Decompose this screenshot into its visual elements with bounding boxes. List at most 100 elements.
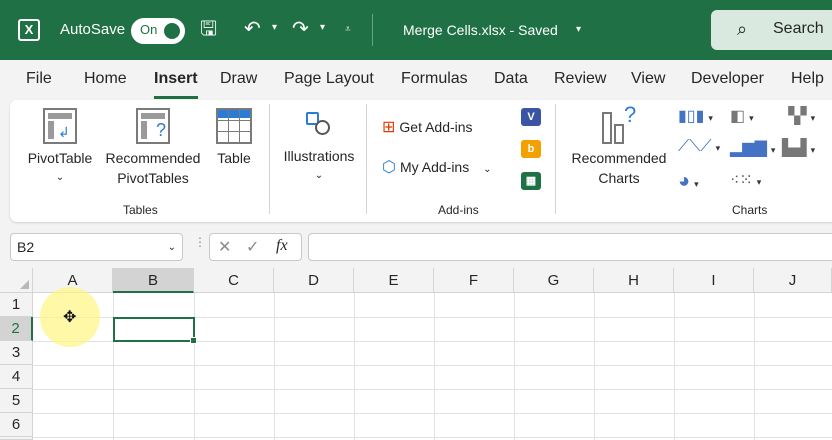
gridline [274,293,275,440]
gridline [194,293,195,440]
row-header-6[interactable]: 6 [0,413,33,437]
name-box-value: B2 [17,239,35,255]
row-header-1[interactable]: 1 [0,293,33,317]
tab-draw[interactable]: Draw [220,70,257,88]
recommended-charts-button[interactable]: Recommended Charts [564,148,674,188]
table-button[interactable]: Table [208,148,260,168]
table-label: Table [217,150,251,166]
tab-developer[interactable]: Developer [691,70,764,88]
column-header-d[interactable]: D [274,268,354,293]
tab-review[interactable]: Review [554,70,606,88]
tab-formulas[interactable]: Formulas [401,70,468,88]
autosave-toggle[interactable]: On [131,18,185,44]
waterfall-chart-button[interactable]: ▝▞ ▾ [782,106,815,126]
recommended-pivottables-label-1: Recommended [105,150,201,166]
cancel-icon[interactable]: ✕ [218,237,231,257]
redo-dropdown-icon[interactable]: ▾ [320,22,325,33]
redo-icon[interactable]: ↷ [292,17,309,41]
enter-icon[interactable]: ✓ [246,237,259,257]
recommended-pivottables-button[interactable]: Recommended PivotTables [100,148,206,188]
my-addins-icon: ⬡ [382,159,396,176]
statistic-chart-icon: ▂▆▇ [730,140,767,157]
autosave-label: AutoSave [60,21,126,38]
name-box[interactable]: B2 ⌄ [10,233,183,261]
get-addins-icon: ⊞ [382,119,396,136]
ribbon-separator [366,104,367,214]
formula-bar-grip-icon: ⋮ [194,235,206,249]
combo-chart-button[interactable]: ▙▟ ▾ [782,138,815,158]
column-header-f[interactable]: F [434,268,514,293]
undo-icon[interactable]: ↶ [244,17,261,41]
row-header-4[interactable]: 4 [0,365,33,389]
chevron-down-icon: ▾ [756,177,762,187]
statistic-chart-button[interactable]: ▂▆▇ ▾ [730,138,775,158]
people-graph-icon[interactable]: ▦ [521,172,541,190]
chevron-down-icon[interactable]: ⌄ [168,242,176,253]
ribbon-tabs: File Home Insert Draw Page Layout Formul… [0,60,832,100]
column-header-h[interactable]: H [594,268,674,293]
get-addins-label: Get Add-ins [399,119,473,135]
insert-function-icon[interactable]: fx [276,237,288,255]
scatter-chart-button[interactable]: ⁖⁙ ▾ [730,170,761,190]
row-header-3[interactable]: 3 [0,341,33,365]
gridline [674,293,675,440]
select-all-corner[interactable] [0,268,33,293]
column-header-c[interactable]: C [194,268,274,293]
chevron-down-icon: ▾ [694,179,699,189]
formula-input[interactable] [308,233,832,261]
get-addins-button[interactable]: ⊞ Get Add-ins [382,117,473,137]
search-label: Search [773,20,824,37]
bing-maps-icon[interactable]: b [521,140,541,158]
cell-cursor-icon: ✥ [63,309,77,326]
recommended-pivottables-icon: ? [136,108,170,144]
save-icon[interactable]: 🖫 [200,17,217,41]
tab-home[interactable]: Home [84,70,127,88]
active-tab-indicator [154,96,198,99]
my-addins-button[interactable]: ⬡ My Add-ins ⌄ [382,157,492,177]
hierarchy-chart-button[interactable]: ◧ ▾ [730,106,754,126]
active-cell-b2[interactable] [113,317,197,344]
combo-chart-icon: ▙▟ [782,140,807,157]
gridline [514,293,515,440]
column-chart-icon: ▮▯▮ [678,108,705,125]
gridline [33,389,832,390]
illustrations-label: Illustrations [283,148,355,164]
search-icon: ⌕ [737,19,748,39]
undo-dropdown-icon[interactable]: ▾ [272,22,277,33]
toggle-knob [164,23,180,39]
column-header-i[interactable]: I [674,268,754,293]
search-box[interactable]: ⌕ Search [711,10,832,50]
gridline [434,293,435,440]
row-header-2[interactable]: 2 [0,317,33,341]
tab-data[interactable]: Data [494,70,528,88]
line-chart-button[interactable]: ⟋⟍⟋ ▾ [678,138,720,156]
ribbon-separator [269,104,270,214]
column-header-g[interactable]: G [514,268,594,293]
tab-insert[interactable]: Insert [154,70,198,88]
file-title[interactable]: Merge Cells.xlsx - Saved [403,22,558,38]
column-chart-button[interactable]: ▮▯▮ ▾ [678,106,713,126]
illustrations-button[interactable]: Illustrations ⌄ [278,146,360,186]
customize-toolbar-icon[interactable]: ⩡ [345,24,351,35]
pivottable-button[interactable]: PivotTable ⌄ [20,148,100,188]
tab-page-layout[interactable]: Page Layout [284,70,374,88]
row-header-5[interactable]: 5 [0,389,33,413]
chevron-down-icon: ▾ [749,113,754,123]
gridline [113,293,114,440]
tables-group-label: Tables [123,203,158,217]
column-header-b[interactable]: B [113,268,194,293]
tab-file[interactable]: File [26,70,52,88]
spreadsheet-grid[interactable]: A B C D E F G H I J 1 2 3 4 5 6 [0,268,832,440]
pivottable-dropdown-icon: ⌄ [55,172,65,183]
pie-chart-button[interactable]: ◕ ▾ [678,170,699,193]
visio-icon[interactable]: V [521,108,541,126]
tab-help[interactable]: Help [791,70,824,88]
column-header-e[interactable]: E [354,268,434,293]
excel-icon: X [18,19,40,41]
recommended-charts-icon: ? [600,102,640,146]
column-header-j[interactable]: J [754,268,832,293]
tab-view[interactable]: View [631,70,665,88]
formula-buttons: ✕ ✓ fx [209,233,302,261]
gridline [33,437,832,438]
file-title-dropdown-icon[interactable]: ▾ [576,24,581,35]
